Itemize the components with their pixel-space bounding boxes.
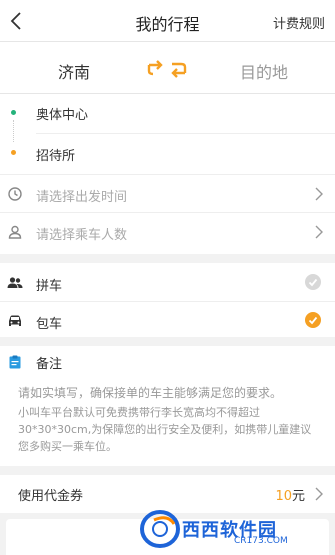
people-icon xyxy=(7,277,23,288)
pricing-rules-link[interactable]: 计费规则 xyxy=(273,13,325,32)
car-icon xyxy=(9,315,21,326)
coupon-amount-value: 10 xyxy=(275,489,292,504)
luggage-notice: 小叫车平台默认可免费携带行李长宽高均不得超过30*30*30cm,为保障您的出行… xyxy=(18,406,312,453)
charter-option[interactable]: 包车 xyxy=(0,301,335,337)
check-icon[interactable] xyxy=(305,274,321,290)
header: 我的行程 计费规则 xyxy=(0,0,335,42)
person-icon xyxy=(8,225,22,239)
divider xyxy=(0,212,335,213)
end-location[interactable]: 招待所 xyxy=(36,145,75,164)
chevron-right-icon xyxy=(315,187,323,201)
divider xyxy=(36,133,335,134)
clock-icon xyxy=(8,187,22,201)
check-icon[interactable] xyxy=(305,312,321,328)
divider xyxy=(0,301,335,302)
remark-label: 备注 xyxy=(36,357,63,372)
watermark-url: CR173.COM xyxy=(234,536,288,546)
route-connector xyxy=(13,120,14,142)
passenger-count-row[interactable]: 请选择乘车人数 xyxy=(0,212,335,254)
end-dot-icon xyxy=(11,150,16,155)
remark-hint: 请如实填写，确保接单的车主能够满足您的要求。 xyxy=(18,386,283,400)
remark-section[interactable]: 备注 请如实填写，确保接单的车主能够满足您的要求。 小叫车平台默认可免费携带行李… xyxy=(0,346,335,466)
city-selector: 济南 目的地 xyxy=(0,42,335,94)
departure-time-row[interactable]: 请选择出发时间 xyxy=(0,174,335,215)
carpool-label: 拼车 xyxy=(36,279,63,294)
chevron-right-icon xyxy=(315,225,323,239)
start-dot-icon xyxy=(11,110,16,115)
coupon-amount: 10元 xyxy=(275,485,305,504)
route-stops: 奥体中心 招待所 xyxy=(0,94,335,174)
passenger-count-placeholder: 请选择乘车人数 xyxy=(36,228,128,243)
charter-label: 包车 xyxy=(36,317,63,332)
divider xyxy=(0,174,335,175)
from-city[interactable]: 济南 xyxy=(58,59,90,83)
swap-icon[interactable] xyxy=(146,59,188,79)
chevron-right-icon xyxy=(315,487,323,501)
coupon-amount-unit: 元 xyxy=(291,489,305,504)
carpool-option[interactable]: 拼车 xyxy=(0,263,335,301)
start-location[interactable]: 奥体中心 xyxy=(36,104,88,123)
destination-city[interactable]: 目的地 xyxy=(240,59,288,83)
coupon-label: 使用代金券 xyxy=(18,489,84,504)
departure-time-placeholder: 请选择出发时间 xyxy=(36,190,128,205)
clipboard-icon xyxy=(9,355,21,369)
